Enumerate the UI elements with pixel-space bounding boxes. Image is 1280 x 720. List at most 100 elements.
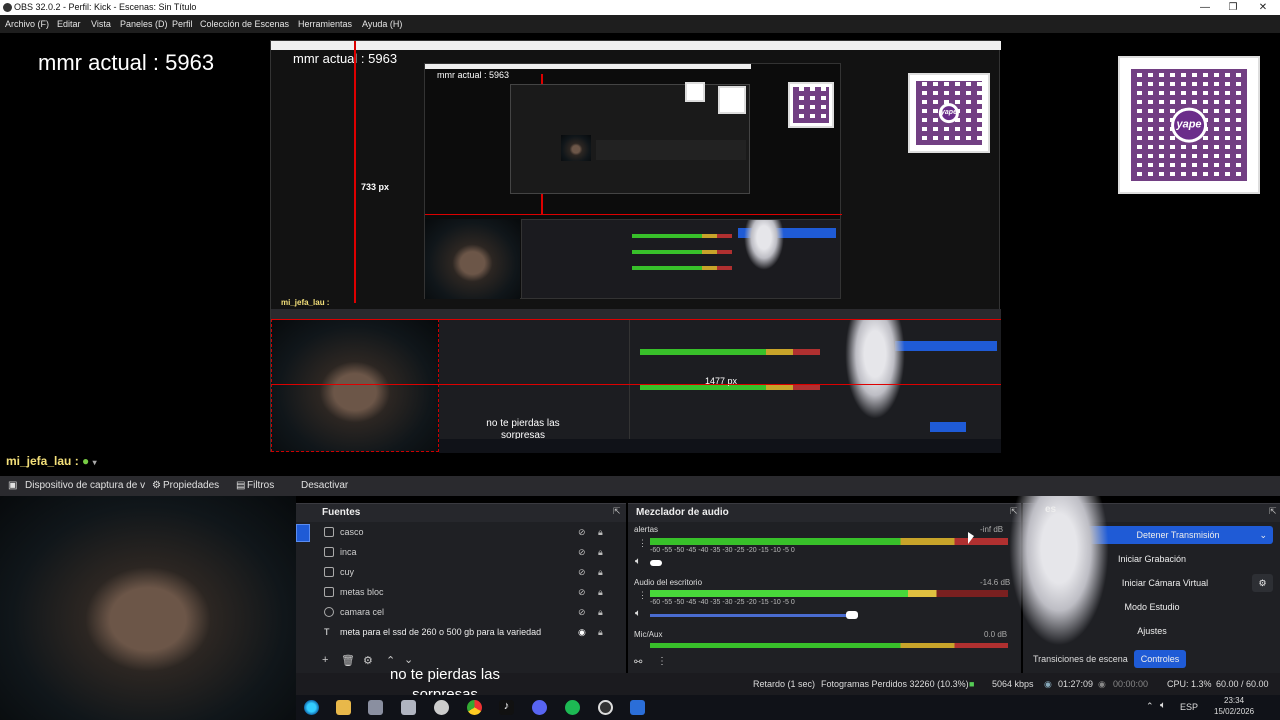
source-item[interactable]: Tmeta para el ssd de 260 o 500 gb para l… (296, 622, 620, 642)
source-label: cuy (340, 567, 355, 577)
obs-app-icon (3, 3, 12, 12)
link-icon[interactable]: ⚯ (634, 657, 642, 668)
kebab-menu-icon[interactable]: ⋮ (657, 656, 667, 667)
preview-canvas[interactable]: mmr actual : 5963 mmr actual : 5963 733 … (0, 33, 1280, 453)
bitrate-indicator-icon: ■ (969, 679, 975, 689)
status-cpu: CPU: 1.3% (1167, 679, 1212, 689)
controls-tab[interactable]: Controles (1134, 650, 1186, 668)
scene-transitions-tab[interactable]: Transiciones de escena (1033, 654, 1128, 664)
discord-icon[interactable] (532, 700, 547, 715)
file-explorer-icon[interactable] (336, 700, 351, 715)
nested-obs-docks-2 (521, 219, 841, 299)
yape-qr-code: yape (1118, 56, 1260, 194)
menu-ayuda[interactable]: Ayuda (H) (362, 15, 402, 33)
source-item[interactable]: casco ⊘ 🔒︎ (296, 522, 620, 542)
source-item[interactable]: inca ⊘ 🔒︎ (296, 542, 620, 562)
volume-slider-handle[interactable] (846, 611, 858, 619)
menu-coleccion-escenas[interactable]: Colección de Escenas (200, 15, 289, 33)
window-title: OBS 32.0.2 - Perfil: Kick - Escenas: Sin… (14, 2, 197, 12)
eye-hidden-icon[interactable]: ⊘ (578, 522, 586, 542)
virtual-camera-settings-gear-icon[interactable]: ⚙ (1252, 574, 1273, 592)
spotify-icon[interactable] (565, 700, 580, 715)
github-icon[interactable] (434, 700, 449, 715)
mixer-channel-db: -14.6 dB (980, 578, 1011, 587)
edge-icon[interactable] (304, 700, 319, 715)
tiktok-icon[interactable]: ♪ (499, 700, 514, 715)
eye-hidden-icon[interactable]: ⊘ (578, 542, 586, 562)
lock-icon[interactable]: 🔒︎ (598, 582, 603, 602)
browser-source-icon (324, 607, 334, 617)
controls-dock-title-fragment: es (1045, 504, 1057, 515)
dock-float-icon[interactable]: ⇱ (1269, 506, 1277, 517)
obs-icon[interactable] (598, 700, 613, 715)
nested-scene-label: mi_jefa_lau : (281, 298, 330, 307)
chevron-down-icon[interactable]: ⌄ (1259, 526, 1267, 544)
eye-visible-icon[interactable]: ◉ (578, 622, 586, 642)
source-item[interactable]: camara cel ⊘ 🔒︎ (296, 602, 620, 622)
tray-date: 15/02/2026 (1214, 707, 1255, 716)
maximize-button[interactable]: ❐ (1218, 0, 1248, 15)
qr-code-tiny-2 (718, 86, 746, 114)
trash-icon[interactable]: 🗑︎ (341, 654, 355, 667)
deactivate-button[interactable]: Desactivar (301, 476, 348, 496)
sources-dock: Fuentes ⇱ casco ⊘ 🔒︎ inca ⊘ 🔒︎ cuy ⊘ 🔒︎ metas … (296, 503, 626, 673)
add-source-icon[interactable]: + (322, 654, 328, 666)
lock-icon[interactable]: 🔒︎ (598, 522, 603, 542)
minimize-button[interactable]: — (1190, 0, 1220, 15)
volume-meter (650, 643, 1008, 648)
photos-icon[interactable] (630, 700, 645, 715)
speaker-icon[interactable]: 🔈︎ (635, 556, 641, 567)
speaker-icon[interactable]: 🔈︎ (635, 608, 641, 619)
lock-icon[interactable]: 🔒︎ (598, 622, 603, 642)
source-label: camara cel (340, 607, 385, 617)
close-button[interactable]: ✕ (1248, 0, 1278, 15)
tray-language[interactable]: ESP (1180, 702, 1198, 712)
volume-meter (650, 538, 1008, 545)
qr-code-small (788, 82, 834, 128)
menu-perfil[interactable]: Perfil (172, 15, 193, 33)
chevron-up-icon[interactable]: ⌃ (1146, 701, 1154, 712)
webcam-feed (0, 496, 296, 720)
nested-capture-2: mmr actual : 5963 (424, 63, 842, 299)
gear-icon[interactable]: ⚙ (363, 654, 373, 667)
status-rec-time: 00:00:00 (1113, 679, 1149, 689)
menu-editar[interactable]: Editar (57, 15, 81, 33)
kebab-menu-icon[interactable]: ⋮ (638, 538, 647, 549)
chrome-icon[interactable] (467, 700, 482, 715)
status-bitrate: 5064 kbps (992, 679, 1034, 689)
stop-stream-button[interactable]: Detener Transmisión ⌄ (1083, 526, 1273, 544)
lock-icon[interactable]: 🔒︎ (598, 562, 603, 582)
qr-code-nested: yape (908, 73, 990, 153)
chevron-down-icon[interactable]: ▾ (93, 458, 97, 467)
speaker-icon[interactable]: 🔈︎ (1160, 700, 1166, 711)
properties-button[interactable]: Propiedades (163, 476, 219, 496)
source-item[interactable]: metas bloc ⊘ 🔒︎ (296, 582, 620, 602)
nested-stop-stream (895, 341, 997, 351)
app-icon-2[interactable] (401, 700, 416, 715)
kebab-menu-icon[interactable]: ⋮ (638, 590, 647, 601)
menu-paneles[interactable]: Paneles (D) (120, 15, 168, 33)
nested2-titlebar (425, 64, 751, 69)
stream-icon: ◉ (1044, 679, 1052, 689)
eye-hidden-icon[interactable]: ⊘ (578, 562, 586, 582)
menu-herramientas[interactable]: Herramientas (298, 15, 352, 33)
filter-icon: ▤ (236, 480, 246, 491)
filters-button[interactable]: Filtros (247, 476, 274, 496)
source-item[interactable]: cuy ⊘ 🔒︎ (296, 562, 620, 582)
menu-archivo[interactable]: Archivo (F) (5, 15, 49, 33)
eye-hidden-icon[interactable]: ⊘ (578, 582, 586, 602)
dock-float-icon[interactable]: ⇱ (613, 506, 621, 517)
sources-dock-title: Fuentes (296, 504, 626, 522)
menu-bar: Archivo (F) Editar Vista Paneles (D) Per… (0, 15, 1280, 33)
nested-meter-c (632, 250, 732, 254)
eye-hidden-icon[interactable]: ⊘ (578, 602, 586, 622)
lock-icon[interactable]: 🔒︎ (598, 602, 603, 622)
scene-label-text: mi_jefa_lau : (6, 454, 79, 468)
lock-icon[interactable]: 🔒︎ (598, 542, 603, 562)
menu-vista[interactable]: Vista (91, 15, 111, 33)
app-icon[interactable] (368, 700, 383, 715)
volume-slider-track[interactable] (650, 614, 858, 617)
capture-device-icon: ▣ (8, 480, 18, 491)
volume-slider[interactable] (650, 560, 662, 566)
controls-dock: ⇱ Detener Transmisión ⌄ Iniciar Grabació… (1009, 496, 1280, 673)
